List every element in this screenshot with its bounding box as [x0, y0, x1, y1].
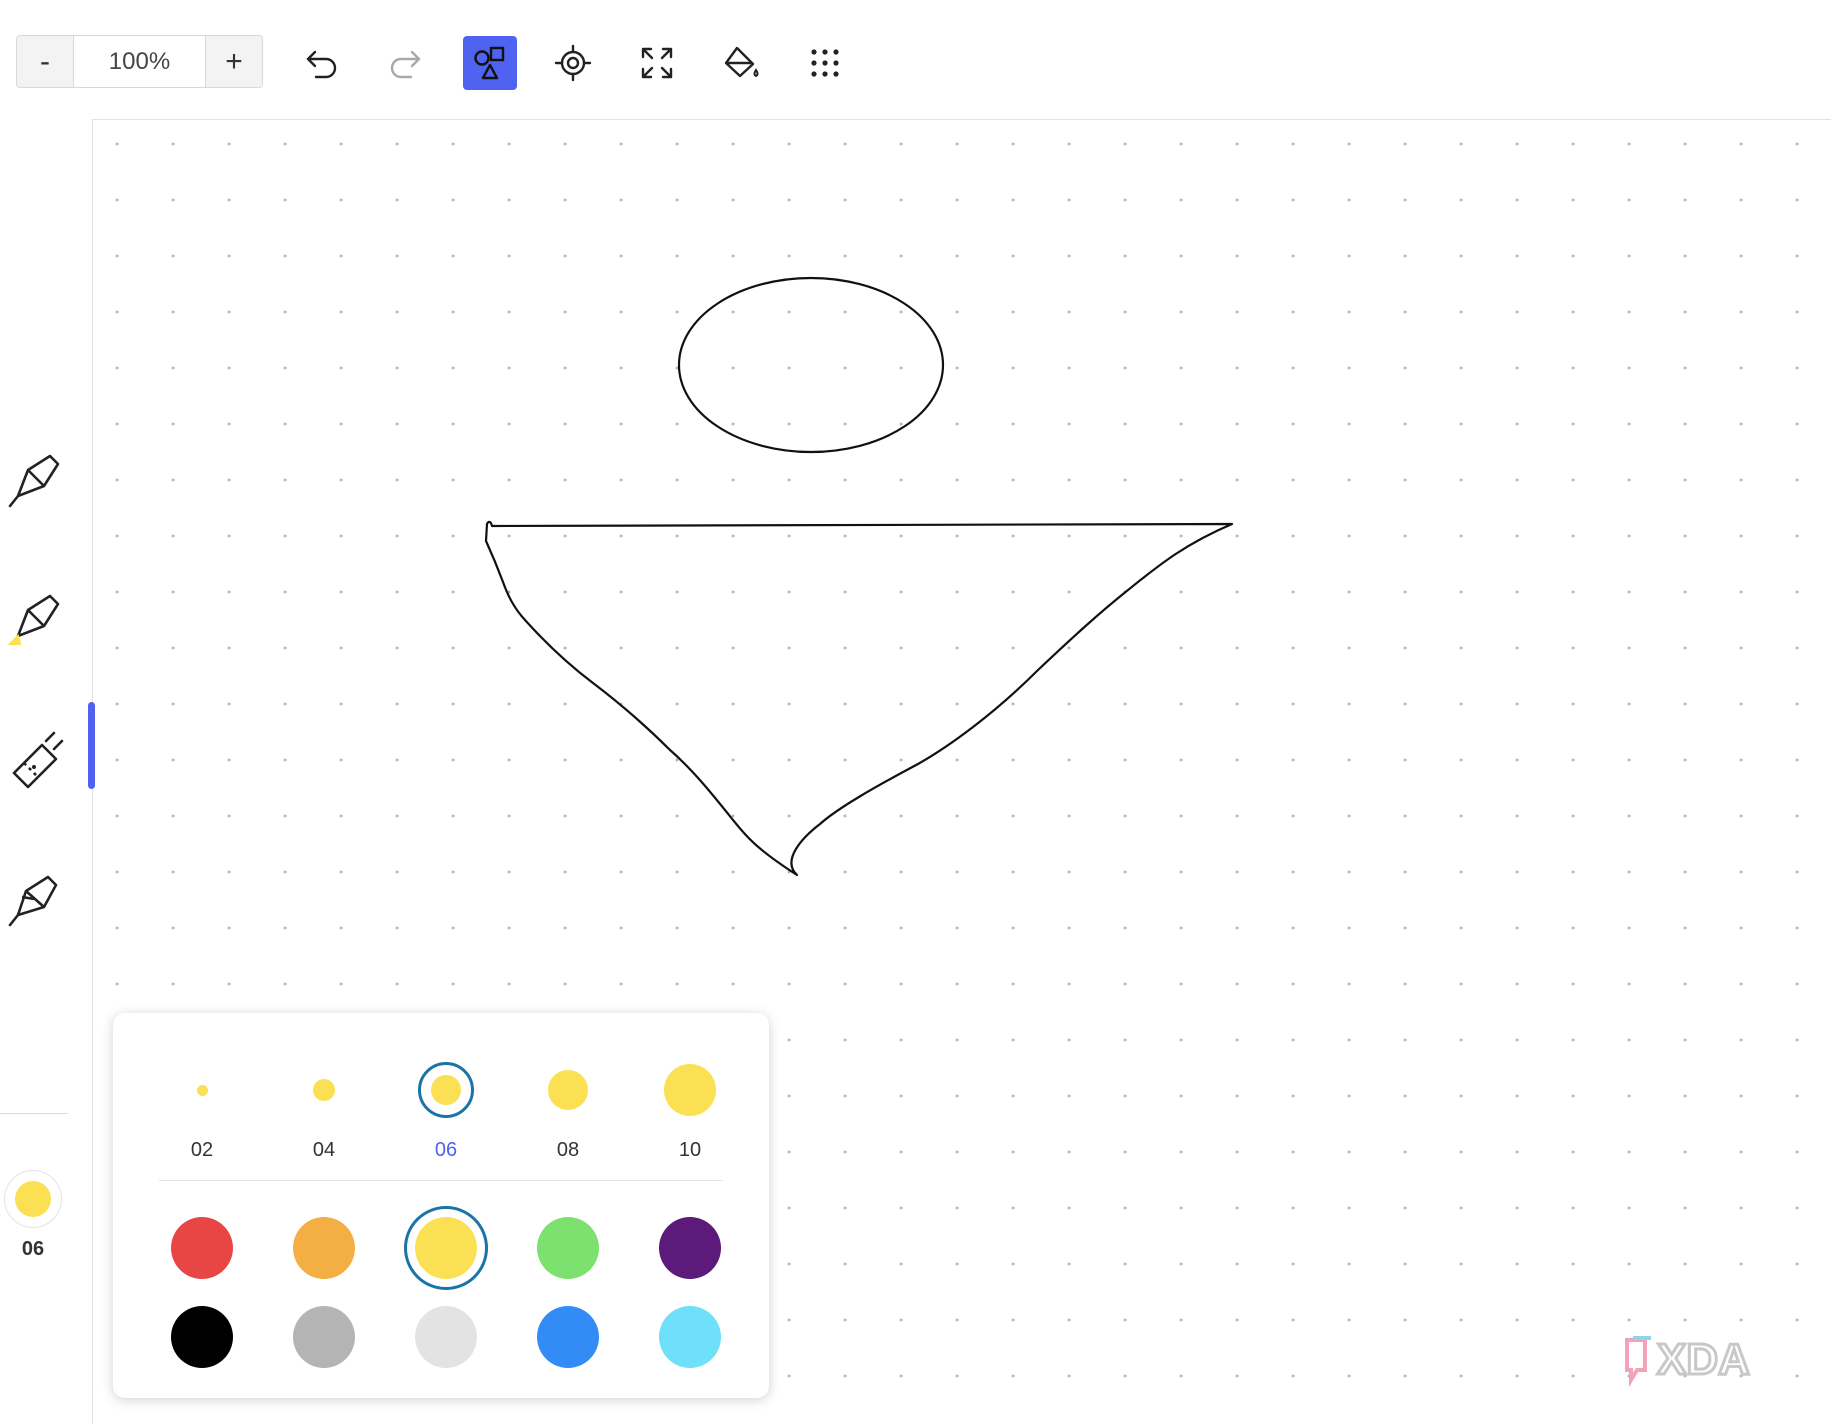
left-tool-rail: 06 [0, 119, 95, 1424]
stroke-size-dot [664, 1064, 716, 1116]
more-grid-icon [811, 49, 839, 77]
color-swatch-red[interactable] [171, 1217, 233, 1279]
zoom-out-button[interactable]: - [17, 36, 73, 87]
zoom-control: - 100% + [16, 35, 263, 88]
stroke-size-04[interactable]: 04 [280, 1055, 368, 1165]
selected-size-ring [418, 1062, 474, 1118]
undo-button[interactable] [295, 36, 349, 90]
stroke-size-dot [548, 1070, 588, 1110]
pen-tool[interactable] [4, 450, 68, 514]
color-swatch-blue[interactable] [537, 1306, 599, 1368]
current-color-swatch[interactable] [4, 1170, 62, 1228]
stroke-size-08[interactable]: 08 [524, 1055, 612, 1165]
fit-to-screen-button[interactable] [630, 36, 684, 90]
redo-icon [390, 50, 421, 79]
stroke-size-preview [646, 1055, 734, 1125]
stroke-size-label: 04 [312, 1139, 336, 1161]
shapes-button[interactable] [463, 36, 517, 90]
stroke-size-label: 08 [556, 1139, 580, 1161]
color-swatch-orange[interactable] [293, 1217, 355, 1279]
drawn-triangle[interactable] [484, 520, 1234, 877]
locate-button[interactable] [546, 36, 600, 90]
palette-divider [159, 1180, 723, 1181]
redo-button[interactable] [378, 36, 432, 90]
highlighter-icon [7, 594, 60, 645]
fill-bucket-button[interactable] [713, 36, 767, 90]
stroke-size-preview [524, 1055, 612, 1125]
stroke-size-preview [158, 1055, 246, 1125]
stroke-size-06[interactable]: 06 [402, 1055, 490, 1165]
rail-divider [0, 1113, 68, 1114]
xda-logo: XDA [1625, 1334, 1751, 1388]
color-swatch-purple[interactable] [659, 1217, 721, 1279]
stroke-size-label: 10 [678, 1139, 702, 1161]
current-color-dot [15, 1181, 51, 1217]
stroke-size-10[interactable]: 10 [646, 1055, 734, 1165]
stroke-size-dot [196, 1084, 208, 1096]
fit-to-screen-icon [641, 47, 673, 79]
drawn-ellipse[interactable] [677, 276, 945, 454]
locate-icon [554, 44, 592, 82]
top-toolbar: - 100% + [0, 0, 1831, 120]
calligraphy-pen-icon [8, 875, 58, 927]
stroke-size-dot [313, 1079, 335, 1101]
zoom-in-button[interactable]: + [206, 36, 262, 87]
current-size-label: 06 [21, 1238, 45, 1260]
xda-logo-text: XDA [1657, 1335, 1750, 1384]
color-swatch-green[interactable] [537, 1217, 599, 1279]
eraser-icon [12, 731, 64, 789]
eraser-tool[interactable] [4, 729, 68, 793]
pen-icon [8, 454, 60, 508]
color-swatch-cyan[interactable] [659, 1306, 721, 1368]
more-options-button[interactable] [798, 36, 852, 90]
stroke-size-preview [280, 1055, 368, 1125]
color-swatch-black[interactable] [171, 1306, 233, 1368]
fill-bucket-icon [724, 46, 759, 78]
selected-color-ring [404, 1206, 488, 1290]
stroke-size-label: 02 [190, 1139, 214, 1161]
undo-icon [306, 50, 337, 79]
color-swatch-gray[interactable] [293, 1306, 355, 1368]
color-swatch-light-gray[interactable] [415, 1306, 477, 1368]
stroke-size-02[interactable]: 02 [158, 1055, 246, 1165]
highlighter-tool[interactable] [4, 590, 68, 654]
shapes-icon [474, 46, 505, 80]
calligraphy-tool[interactable] [4, 869, 68, 933]
zoom-level[interactable]: 100% [73, 36, 206, 87]
pen-settings-popup: 02 04 06 08 10 [113, 1013, 769, 1398]
stroke-size-label: 06 [434, 1139, 458, 1161]
